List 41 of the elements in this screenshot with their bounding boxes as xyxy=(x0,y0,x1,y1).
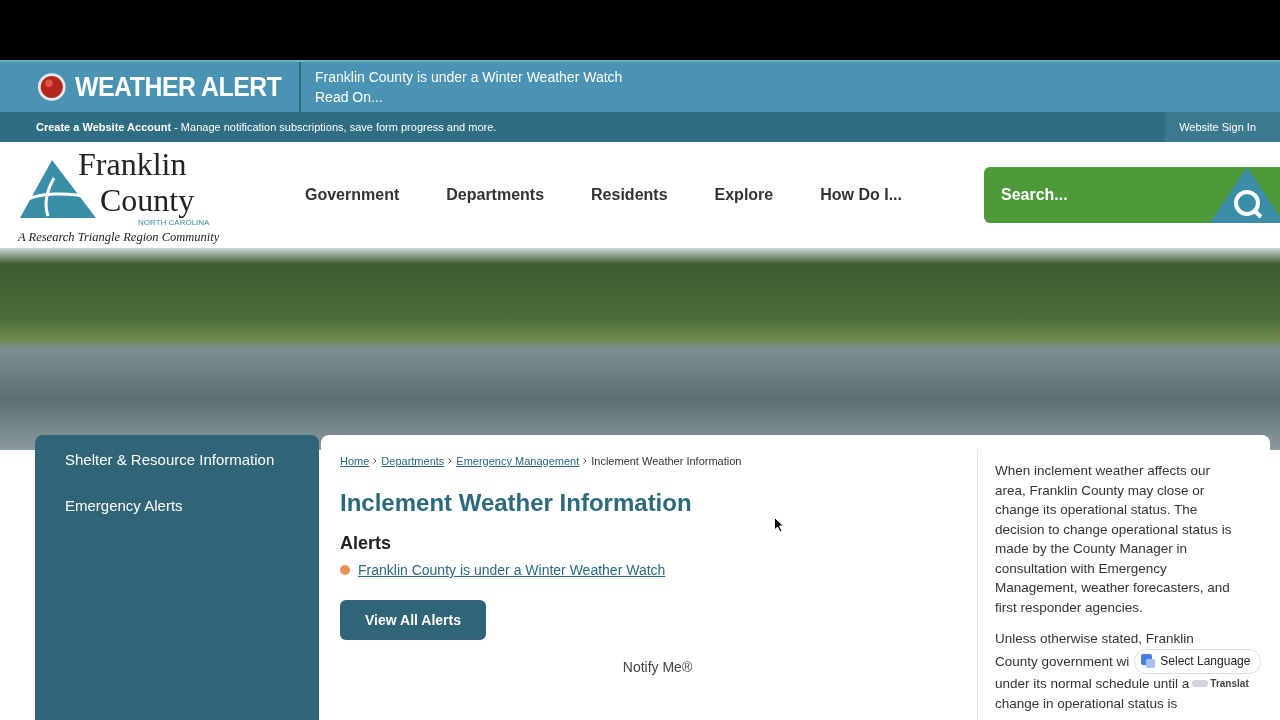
nav-link[interactable]: Departments xyxy=(446,186,545,204)
alert-title: WEATHER ALERT xyxy=(74,71,282,103)
breadcrumb-link[interactable]: Emergency Management xyxy=(456,455,580,467)
translate-label: Translat xyxy=(1210,677,1249,691)
alert-link[interactable]: Franklin County is under a Winter Weather Watch xyxy=(358,562,666,578)
logo-state: NORTH CAROLINA xyxy=(138,217,210,228)
alert-message[interactable]: Franklin County is under a Winter Weather Watch xyxy=(315,67,623,87)
alert-light-icon xyxy=(37,71,67,103)
sidebar-link[interactable]: Shelter & Resource Information xyxy=(65,449,299,471)
breadcrumb-link[interactable]: Home xyxy=(340,455,370,467)
chevron-icon xyxy=(373,458,378,464)
info-paragraph: When inclement weather affects our area, Franklin County may close or change its operational status. The decision to change operational status is made by the County Manager in consultation with Emergency Management, weather forecasters, and first responder agencies. xyxy=(995,462,1233,617)
notify-me-link[interactable]: Notify Me® xyxy=(622,659,693,675)
translate-logo-icon xyxy=(1192,680,1209,688)
chevron-icon xyxy=(583,458,588,464)
sign-in-button[interactable]: Website Sign In xyxy=(1165,112,1280,142)
nav-link[interactable]: Government xyxy=(305,186,400,204)
nav-link[interactable]: How Do I... xyxy=(820,186,902,204)
select-language-button[interactable]: Select Language xyxy=(1134,648,1262,674)
info-text-line: County government wi xyxy=(995,652,1130,671)
nav-link[interactable]: Residents xyxy=(591,186,668,204)
logo-name: Franklin xyxy=(78,145,188,182)
view-all-alerts-button[interactable]: View All Alerts xyxy=(340,600,486,640)
logo-name: County xyxy=(99,181,196,218)
read-on-link[interactable]: Read On... xyxy=(315,87,623,107)
chevron-icon xyxy=(448,458,453,464)
section-heading: Alerts xyxy=(340,533,393,554)
logo-tagline: A Research Triangle Region Community xyxy=(18,229,221,245)
mouse-cursor-icon xyxy=(774,517,784,533)
info-text-line: change in operational status is xyxy=(995,694,1178,713)
search-icon[interactable] xyxy=(1210,167,1280,223)
breadcrumb-link[interactable]: Departments xyxy=(381,455,445,467)
bullet-icon xyxy=(340,565,350,575)
account-message[interactable]: Create a Website Account - Manage notification subscriptions, save form progress and more. xyxy=(36,121,497,133)
info-text-line: under its normal schedule until a xyxy=(995,675,1190,693)
nav-link[interactable]: Explore xyxy=(714,186,774,204)
breadcrumb-current: Inclement Weather Information xyxy=(591,455,742,467)
info-text-line: Unless otherwise stated, Franklin xyxy=(995,630,1194,648)
translate-icon xyxy=(1141,654,1156,669)
sidebar-link[interactable]: Emergency Alerts xyxy=(65,495,299,517)
page-title: Inclement Weather Information xyxy=(340,489,693,517)
